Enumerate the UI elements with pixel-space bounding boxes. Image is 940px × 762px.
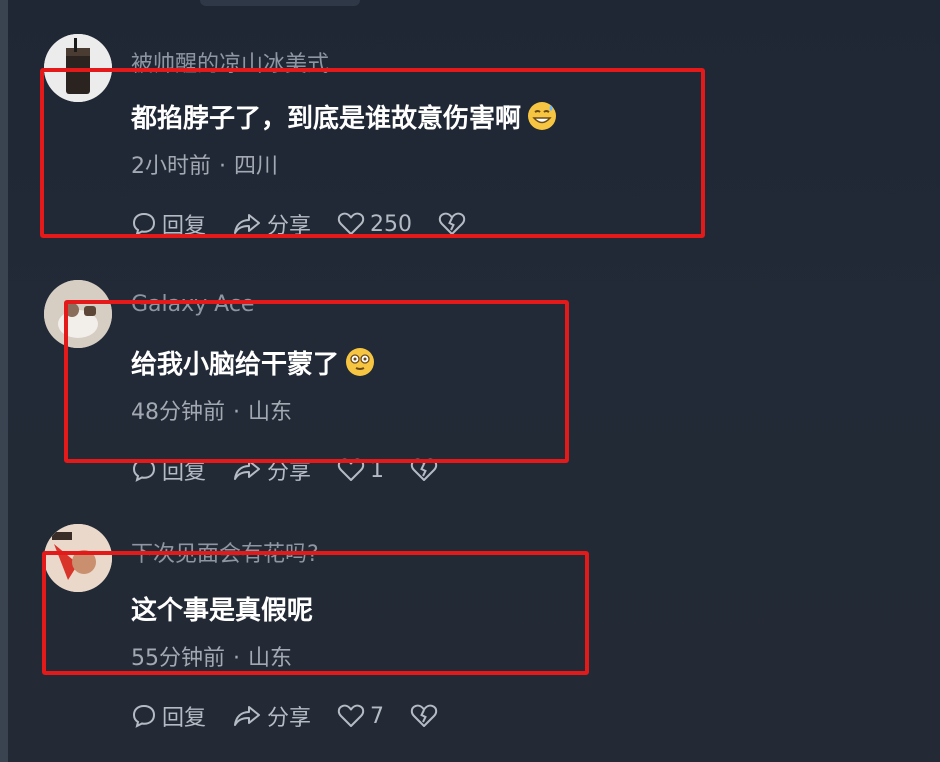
reply-button[interactable]: 回复 bbox=[131, 700, 206, 732]
previous-content-fragment bbox=[200, 0, 360, 6]
highlight-box bbox=[64, 300, 569, 463]
share-button[interactable]: 分享 bbox=[232, 700, 311, 732]
highlight-box bbox=[42, 551, 589, 675]
like-count: 7 bbox=[370, 703, 385, 729]
highlight-box bbox=[40, 68, 705, 238]
reply-label: 回复 bbox=[162, 706, 207, 731]
share-label: 分享 bbox=[267, 706, 312, 731]
dislike-button[interactable] bbox=[410, 703, 443, 729]
like-button[interactable]: 7 bbox=[337, 703, 384, 729]
heart-icon bbox=[337, 704, 365, 727]
comment-bubble-icon bbox=[132, 704, 156, 728]
left-edge-strip bbox=[0, 0, 8, 762]
comment-actions: 回复 分享 7 bbox=[131, 700, 469, 732]
broken-heart-icon bbox=[410, 704, 438, 727]
share-arrow-icon bbox=[234, 706, 261, 726]
